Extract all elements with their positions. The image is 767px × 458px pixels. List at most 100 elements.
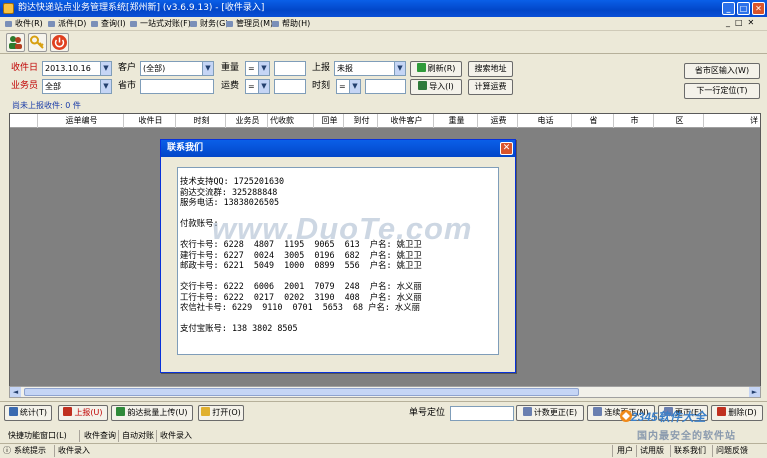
waybill-locate-input[interactable] [450, 406, 514, 421]
horizontal-scrollbar[interactable]: ◄ ► [9, 386, 761, 398]
freight-op-select[interactable]: = ▼ [245, 79, 270, 94]
chevron-down-icon: ▼ [258, 80, 269, 93]
col-cod[interactable]: 代收款 [267, 114, 313, 128]
col-waybill[interactable]: 运单编号 [37, 114, 123, 128]
tab-receive-query[interactable]: 收件查询 [84, 430, 116, 442]
watermark: www.DuoTe.com [212, 211, 473, 246]
trial-version: 试用版 [640, 446, 664, 455]
col-province[interactable]: 省 [571, 114, 613, 128]
mdi-controls[interactable]: _□✕ [726, 18, 759, 27]
province-label: 省市 [118, 81, 137, 91]
menu-query[interactable]: 查询(I) [91, 17, 126, 31]
icon-toolbar [0, 31, 767, 54]
refresh-button[interactable]: 刷新(R) [410, 61, 462, 77]
chevron-down-icon: ▼ [100, 80, 111, 93]
freight-label: 运费 [221, 81, 240, 91]
chevron-down-icon: ▼ [349, 80, 360, 93]
col-collect[interactable]: 到付 [343, 114, 377, 128]
col-weight[interactable]: 重量 [433, 114, 477, 128]
tab-shortcuts[interactable]: 快捷功能窗口(L) [8, 430, 67, 442]
menu-finance[interactable]: 财务(G) [190, 17, 228, 31]
customer-label: 客户 [118, 63, 137, 73]
col-phone[interactable]: 电话 [517, 114, 571, 128]
dialog-close-icon[interactable]: ✕ [500, 142, 513, 155]
menu-bar: 收件(R) 派件(D) 查询(I) 一站式对账(F) 财务(G) 管理员(M) … [0, 17, 767, 31]
app-icon [3, 3, 14, 14]
chevron-down-icon: ▼ [100, 62, 111, 75]
province-input-button[interactable]: 省市区输入(W) [684, 63, 760, 79]
user-label: 用户 [617, 446, 633, 455]
chevron-down-icon: ▼ [394, 62, 405, 75]
scroll-thumb[interactable] [24, 388, 579, 396]
upload-select[interactable]: 未报 ▼ [334, 61, 406, 76]
col-district[interactable]: 区 [653, 114, 703, 128]
open-button[interactable]: 打开(O) [198, 405, 244, 421]
count-edit-icon [522, 407, 532, 416]
col-salesman[interactable]: 业务员 [225, 114, 267, 128]
weight-op-select[interactable]: = ▼ [245, 61, 270, 76]
scroll-right-icon[interactable]: ► [749, 387, 760, 397]
date-picker[interactable]: 2013.10.16 ▼ [42, 61, 112, 76]
grid-header: 运单编号 收件日 时刻 业务员 代收款 回单 到付 收件客户 重量 运费 电话 … [10, 114, 760, 128]
search-address-button[interactable]: 搜索地址 [468, 61, 513, 77]
locate-label: 单号定位 [409, 408, 446, 418]
feedback-link[interactable]: 问题反馈 [716, 445, 748, 457]
contact-us-link[interactable]: 联系我们 [674, 445, 706, 457]
maximize-button[interactable]: □ [737, 2, 750, 15]
col-receive-date[interactable]: 收件日 [123, 114, 175, 128]
time-op-select[interactable]: = ▼ [336, 79, 361, 94]
close-window-button[interactable]: ✕ [752, 2, 765, 15]
row-indicator-header [10, 114, 37, 128]
info-icon: ⓘ [3, 446, 11, 455]
col-time[interactable]: 时刻 [175, 114, 225, 128]
scroll-left-icon[interactable]: ◄ [10, 387, 21, 397]
unreported-count: 尚未上报收件: 0 件 [12, 101, 81, 110]
salesman-label: 业务员 [11, 81, 39, 91]
menu-reconcile[interactable]: 一站式对账(F) [130, 17, 191, 31]
salesman-select[interactable]: 全部 ▼ [42, 79, 112, 94]
users-icon[interactable] [6, 33, 25, 52]
menu-help[interactable]: 帮助(H) [272, 17, 310, 31]
system-hint-value: 收件录入 [58, 446, 90, 455]
col-city[interactable]: 市 [613, 114, 653, 128]
logo-text: 2345软件大全 [631, 410, 706, 424]
date-label: 收件日 [11, 63, 39, 73]
col-detail[interactable]: 详 [703, 114, 760, 128]
minimize-button[interactable]: _ [722, 2, 735, 15]
weight-label: 重量 [221, 63, 240, 73]
dialog-title: 联系我们 [161, 140, 515, 157]
power-icon[interactable] [50, 33, 69, 52]
import-icon [418, 81, 428, 90]
time-input[interactable] [365, 79, 406, 94]
calc-freight-button[interactable]: 计算运费 [468, 79, 513, 95]
customer-select[interactable]: (全部) ▼ [140, 61, 214, 76]
upload-button[interactable]: 上报(U) [58, 405, 108, 421]
chevron-down-icon: ▼ [202, 62, 213, 75]
province-input[interactable] [140, 79, 214, 94]
col-customer[interactable]: 收件客户 [377, 114, 433, 128]
stats-icon [8, 407, 18, 416]
menu-dispatch[interactable]: 派件(D) [48, 17, 86, 31]
weight-input[interactable] [274, 61, 306, 76]
contact-info-text[interactable]: 技术支持QQ: 1725201630 韵达交流群: 325288848 服务电话… [177, 167, 499, 355]
key-icon[interactable] [28, 33, 47, 52]
tab-auto-reconcile[interactable]: 自动对账 [122, 430, 154, 442]
freight-input[interactable] [274, 79, 306, 94]
menu-admin[interactable]: 管理员(M) [226, 17, 273, 31]
batch-upload-button[interactable]: 韵达批量上传(U) [111, 405, 193, 421]
refresh-icon [416, 63, 426, 72]
logo-slogan: 国内最安全的软件站 [637, 431, 736, 442]
site-logo: 2345软件大全 国内最安全的软件站 [619, 404, 767, 446]
menu-receive[interactable]: 收件(R) [5, 17, 43, 31]
col-receipt[interactable]: 回单 [313, 114, 343, 128]
tab-receive-entry[interactable]: 收件录入 [160, 430, 192, 442]
import-button[interactable]: 导入(I) [410, 79, 462, 95]
upload-icon [63, 407, 73, 416]
stats-button[interactable]: 统计(T) [4, 405, 52, 421]
folder-icon [201, 407, 211, 416]
col-freight[interactable]: 运费 [477, 114, 517, 128]
window-title: 韵达快递站点业务管理系统[郑州新] (v3.6.9.13) - [收件录入] [18, 3, 265, 13]
system-hint-label: 系统提示 [14, 446, 46, 455]
count-edit-button[interactable]: 计数更正(E) [516, 405, 584, 421]
next-row-button[interactable]: 下一行定位(T) [684, 83, 760, 99]
